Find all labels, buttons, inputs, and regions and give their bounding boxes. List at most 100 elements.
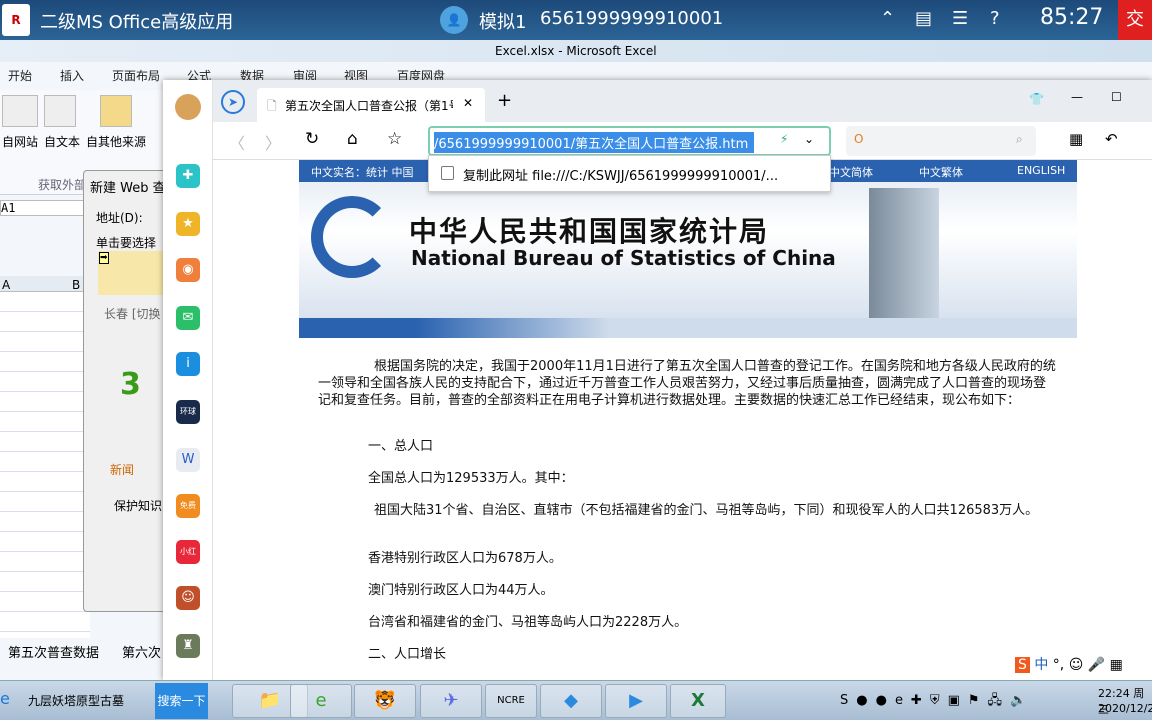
favorites-icon[interactable]: ★: [176, 212, 200, 236]
heading-growth: 二、人口增长: [368, 647, 447, 662]
navigate-icon[interactable]: ➤: [221, 90, 245, 114]
undo-icon[interactable]: ↶: [1105, 130, 1118, 148]
name-box[interactable]: A1: [0, 200, 90, 216]
minimize-icon[interactable]: —: [1071, 90, 1083, 104]
mail-icon[interactable]: ✉: [176, 306, 200, 330]
sheet-tab-6th[interactable]: 第六次: [122, 642, 161, 661]
help-icon[interactable]: ?: [990, 8, 1000, 29]
tab-title: 第五次全国人口普查公报（第1号: [285, 99, 453, 113]
from-text-icon: [44, 95, 76, 127]
address-bar[interactable]: /6561999999910001/第五次全国人口普查公报.htm ⚡ ⌄: [428, 126, 831, 156]
tab-bar: ➤ 🗋 第五次全国人口普查公报（第1号 ✕ + 👕 — ☐: [213, 80, 1152, 122]
ime-toolbar[interactable]: S 中 °, ☺ 🎤 ▦: [1011, 654, 1127, 674]
ie-search-icon: e: [0, 689, 10, 708]
intro-paragraph: 根据国务院的决定，我国于2000年11月1日进行了第五次全国人口普查的登记工作。…: [318, 359, 1056, 408]
from-text-button[interactable]: 自文本: [44, 133, 80, 150]
url-text[interactable]: /6561999999910001/第五次全国人口普查公报.htm: [434, 132, 754, 153]
tab-insert[interactable]: 插入: [60, 67, 84, 84]
exam-logo-icon: R: [2, 4, 30, 36]
clock-date[interactable]: 2020/12/2: [1098, 702, 1152, 715]
bookmark-star-icon[interactable]: ☆: [387, 129, 402, 149]
copy-checkbox[interactable]: [441, 166, 454, 180]
select-hint: 单击要选择: [96, 236, 157, 250]
total-population: 全国总人口为129533万人。其中：: [368, 471, 574, 486]
news-link[interactable]: 新闻: [110, 461, 134, 478]
game2-icon[interactable]: ♜: [176, 634, 200, 658]
feishu-icon[interactable]: ✈: [420, 684, 482, 718]
apps-grid-icon[interactable]: ▦: [1069, 130, 1083, 148]
new-tab-icon[interactable]: +: [497, 90, 512, 111]
exam-user: 模拟1: [479, 12, 527, 33]
list-icon[interactable]: ☰: [952, 8, 968, 29]
search-engine-icon[interactable]: O: [854, 132, 863, 146]
excel-icon[interactable]: X: [670, 684, 726, 718]
back-icon[interactable]: 〈: [229, 130, 245, 154]
browser-tab[interactable]: 🗋 第五次全国人口普查公报（第1号 ✕: [257, 88, 485, 122]
skin-icon[interactable]: 👕: [1029, 92, 1044, 106]
novel-icon[interactable]: 免费: [176, 494, 200, 518]
tab-layout[interactable]: 页面布局: [112, 67, 160, 84]
banner-left-text: 中文实名：统计 中国: [311, 166, 414, 179]
banner-title-en: National Bureau of Statistics of China: [411, 246, 836, 270]
taskbar: e 九层妖塔原型古墓 搜索一下 📁 e 🐯 ✈ NCRE ◆ ▶ X S●●e✚…: [0, 680, 1152, 720]
copy-url-item[interactable]: 复制此网址 file:///C:/KSWJJ/6561999999910001/…: [463, 165, 778, 184]
from-other-icon: [100, 95, 132, 127]
health-app-icon[interactable]: ✚: [176, 164, 200, 188]
tray-icons[interactable]: S●●e✚⛨▣⚑🖧🔈: [840, 691, 1034, 713]
address-label: 地址(D):: [96, 211, 143, 225]
dingtalk-icon[interactable]: ◆: [540, 684, 602, 718]
close-tab-icon[interactable]: ✕: [463, 96, 473, 110]
browser360-icon[interactable]: e: [290, 684, 352, 718]
from-other-button[interactable]: 自其他来源: [86, 133, 146, 150]
from-web-button[interactable]: 自网站: [2, 133, 38, 150]
tab-home[interactable]: 开始: [8, 67, 32, 84]
dropdown-icon[interactable]: ⌄: [804, 132, 814, 146]
weibo-icon[interactable]: ◉: [176, 258, 200, 282]
avatar[interactable]: [175, 94, 201, 120]
ime-mode[interactable]: 中: [1034, 657, 1048, 673]
lang-english[interactable]: ENGLISH: [1017, 164, 1065, 177]
ip-app-icon[interactable]: i: [176, 352, 200, 376]
page-icon: 🗋: [267, 99, 277, 113]
protect-text: 保护知识: [114, 499, 163, 513]
game-icon[interactable]: ☺: [176, 586, 200, 610]
lang-simplified[interactable]: 中文简体: [829, 164, 873, 180]
banner-title-cn: 中华人民共和国国家统计局: [409, 215, 770, 248]
window-icon[interactable]: ▤: [915, 8, 932, 29]
submit-button[interactable]: 交: [1118, 0, 1152, 40]
search-icon[interactable]: ⌕: [1016, 132, 1023, 147]
url-dropdown: 复制此网址 file:///C:/KSWJJ/6561999999910001/…: [428, 155, 831, 192]
search-box[interactable]: O ⌕: [846, 126, 1036, 156]
browser-sidebar: ✚ ★ ◉ ✉ i 环球 W 免费 小红 ☺ ♜: [163, 80, 213, 680]
taskbar-search-text[interactable]: 九层妖塔原型古墓: [28, 692, 124, 709]
lightning-icon[interactable]: ⚡: [780, 132, 788, 146]
page-content: 中文实名：统计 中国 中文简体 中文繁体 ENGLISH 中华人民共和国国家统计…: [213, 160, 1152, 680]
tv-icon[interactable]: ▶: [605, 684, 667, 718]
home-icon[interactable]: ⌂: [347, 129, 358, 149]
nbs-logo: [311, 196, 393, 278]
word-icon[interactable]: W: [176, 448, 200, 472]
select-arrow-icon[interactable]: ➡: [99, 252, 109, 264]
maximize-icon[interactable]: ☐: [1111, 90, 1122, 104]
col-a-header[interactable]: A: [2, 278, 10, 292]
macau-population: 澳门特别行政区人口为44万人。: [368, 583, 554, 598]
col-b-header[interactable]: B: [72, 278, 80, 292]
from-web-icon: [2, 95, 38, 127]
forward-icon[interactable]: 〉: [265, 130, 281, 154]
video-app-icon[interactable]: 🐯: [354, 684, 416, 718]
building-image: [869, 188, 939, 318]
360-logo: 3: [120, 367, 141, 402]
lang-traditional[interactable]: 中文繁体: [919, 164, 963, 180]
refresh-icon[interactable]: ↻: [305, 129, 319, 149]
redbook-icon[interactable]: 小红: [176, 540, 200, 564]
sheet-tab-5th[interactable]: 第五次普查数据: [8, 642, 99, 661]
dialog-title: 新建 Web 查: [90, 181, 166, 196]
collapse-icon[interactable]: ⌃: [880, 8, 895, 29]
taskbar-search-button[interactable]: 搜索一下: [155, 683, 208, 719]
ncre-icon[interactable]: NCRE: [485, 684, 537, 718]
news-app-icon[interactable]: 环球: [176, 400, 200, 424]
exam-id: 6561999999910001: [540, 8, 724, 29]
exam-top-bar: R 二级MS Office高级应用 👤 模拟1 6561999999910001…: [0, 0, 1152, 40]
sogou-icon: S: [1015, 657, 1030, 673]
taiwan-population: 台湾省和福建省的金门、马祖等岛屿人口为2228万人。: [368, 615, 688, 630]
